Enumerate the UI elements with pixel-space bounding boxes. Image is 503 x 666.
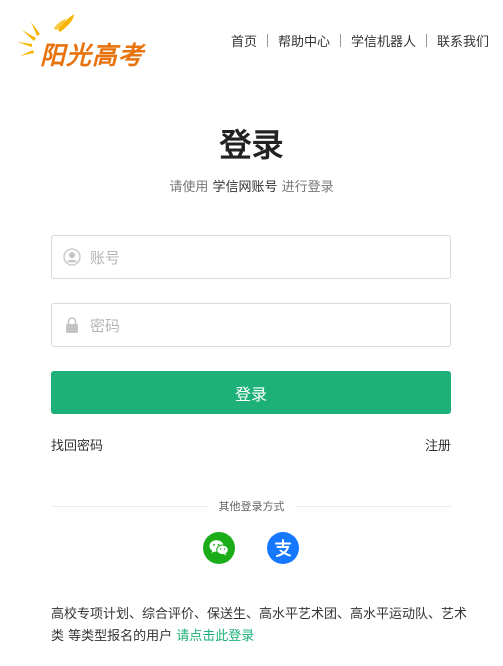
top-nav: 首页 帮助中心 学信机器人 联系我们 (231, 31, 489, 50)
username-field[interactable]: 账号 (51, 235, 451, 279)
nav-separator (266, 34, 268, 47)
header: 阳光高考 首页 帮助中心 学信机器人 联系我们 (0, 0, 503, 80)
page-title: 登录 (219, 126, 284, 164)
forgot-password-link[interactable]: 找回密码 (51, 435, 103, 454)
special-admission-link[interactable]: 请点击此登录 (176, 629, 254, 644)
other-login-label: 其他登录方式 (0, 498, 503, 514)
nav-separator (339, 34, 341, 47)
subtitle-prefix: 请使用 (169, 180, 209, 195)
username-placeholder: 账号 (90, 249, 121, 267)
nav-separator (425, 34, 427, 47)
register-link[interactable]: 注册 (425, 435, 451, 454)
login-button[interactable]: 登录 (51, 371, 451, 414)
alipay-login-button[interactable] (267, 532, 299, 564)
other-login-text: 其他登录方式 (208, 500, 295, 513)
logo-text: 阳光高考 (40, 41, 145, 70)
nav-robot[interactable]: 学信机器人 (351, 31, 416, 50)
nav-contact[interactable]: 联系我们 (437, 31, 489, 50)
nav-home[interactable]: 首页 (231, 31, 257, 50)
subtitle-account: 学信网账号 (212, 180, 278, 195)
user-icon (63, 248, 81, 266)
special-admission-text: 高校专项计划、综合评价、保送生、高水平艺术团、高水平运动队、艺术类 等类型报名的… (51, 607, 468, 644)
special-admission-note: 高校专项计划、综合评价、保送生、高水平艺术团、高水平运动队、艺术类 等类型报名的… (51, 604, 471, 648)
wechat-icon (209, 540, 229, 556)
password-field[interactable]: 密码 (51, 303, 451, 347)
wechat-login-button[interactable] (203, 532, 235, 564)
alipay-icon (275, 539, 291, 557)
logo[interactable]: 阳光高考 (14, 12, 148, 72)
password-placeholder: 密码 (90, 317, 121, 335)
nav-help[interactable]: 帮助中心 (278, 31, 330, 50)
subtitle-suffix: 进行登录 (281, 180, 334, 195)
login-subtitle: 请使用 学信网账号 进行登录 (0, 176, 503, 195)
lock-icon (66, 317, 78, 333)
